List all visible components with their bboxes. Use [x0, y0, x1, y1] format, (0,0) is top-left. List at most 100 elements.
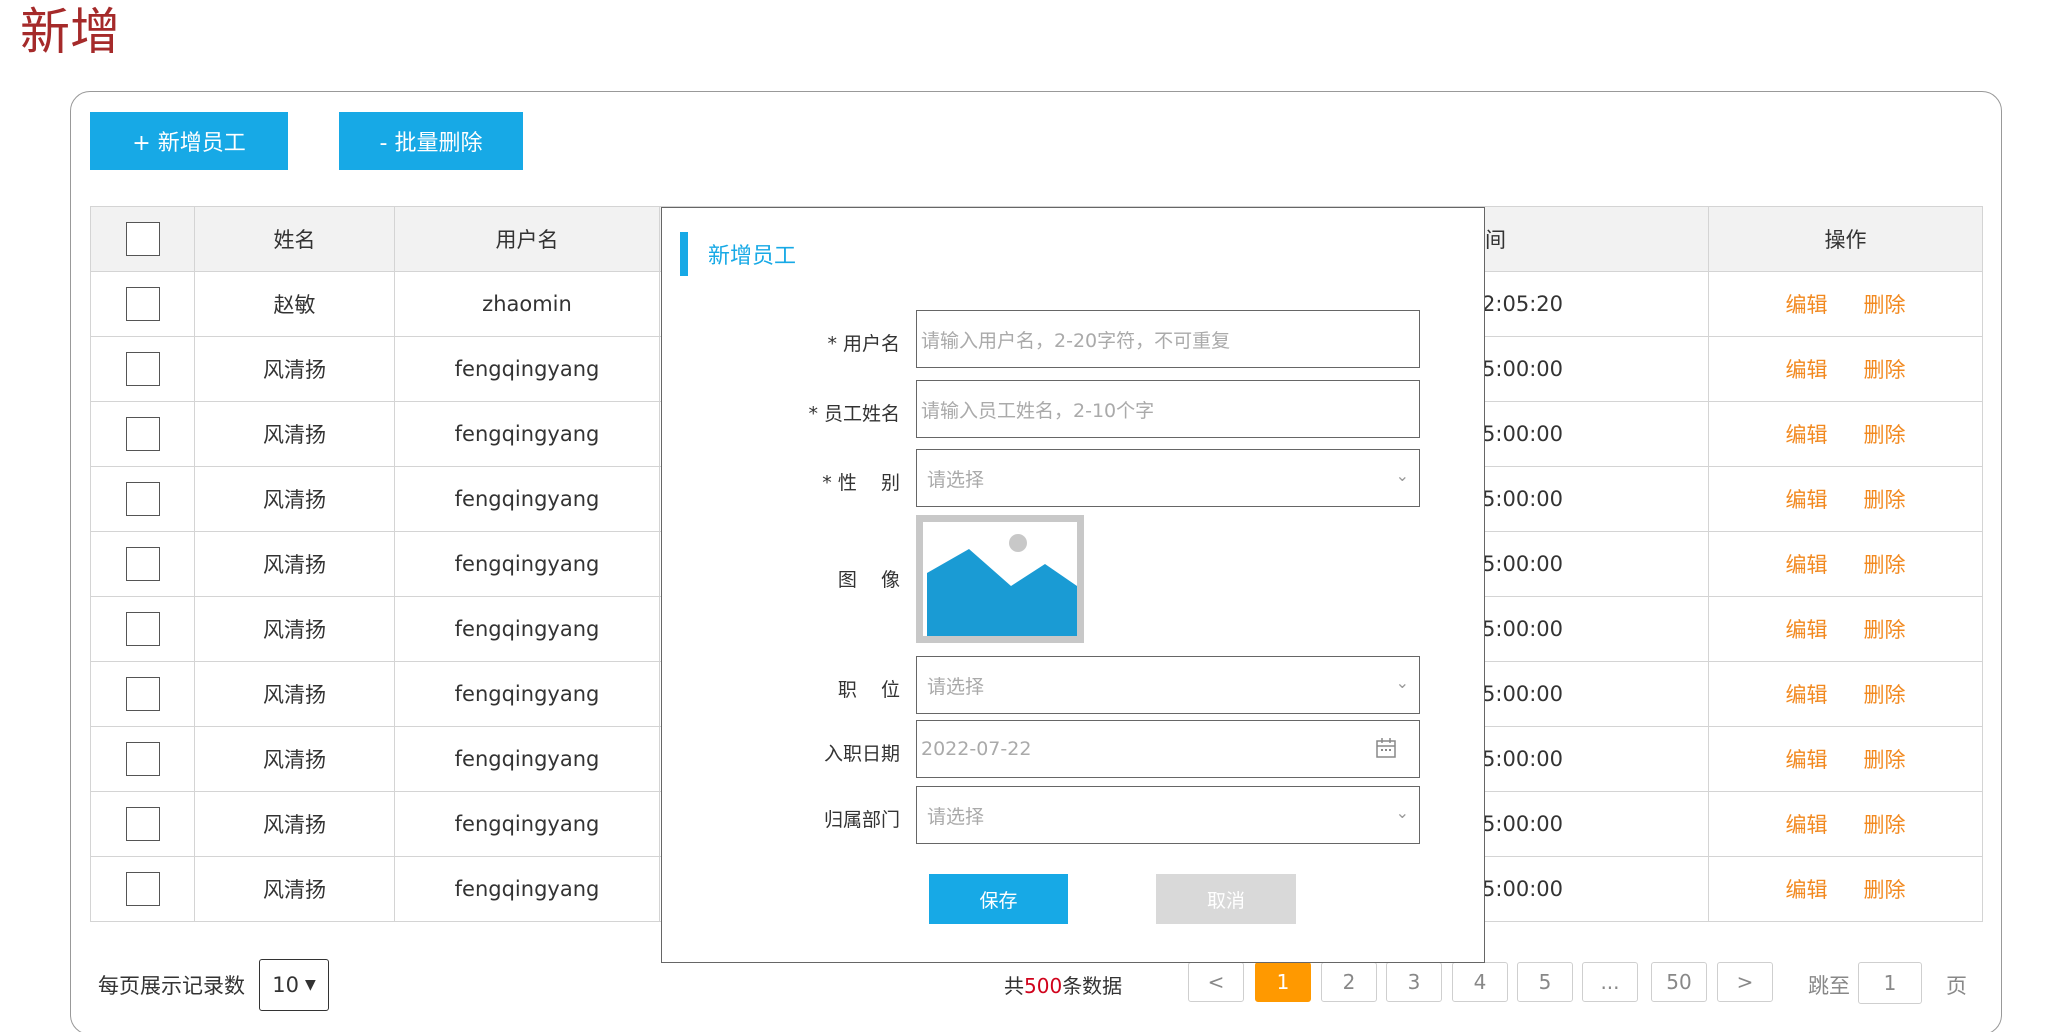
cell-name: 风清扬: [194, 726, 395, 792]
add-employee-modal: 新增员工 * 用户名 请输入用户名，2-20字符，不可重复 * 员工姓名 请输入…: [661, 207, 1485, 963]
delete-link[interactable]: 删除: [1864, 813, 1906, 837]
page-button[interactable]: 3: [1386, 962, 1442, 1002]
edit-link[interactable]: 编辑: [1786, 553, 1828, 577]
cell-actions: 编辑 删除: [1708, 791, 1983, 857]
delete-link[interactable]: 删除: [1864, 748, 1906, 772]
page-button[interactable]: ...: [1582, 962, 1638, 1002]
row-checkbox[interactable]: [125, 872, 160, 906]
delete-link[interactable]: 删除: [1864, 618, 1906, 642]
row-checkbox-cell: [90, 661, 195, 727]
cell-name: 风清扬: [194, 531, 395, 597]
delete-link[interactable]: 删除: [1864, 293, 1906, 317]
cell-name: 风清扬: [194, 661, 395, 727]
hire-date-label: 入职日期: [823, 743, 900, 765]
position-label: 职 位: [837, 679, 900, 701]
edit-link[interactable]: 编辑: [1786, 358, 1828, 382]
image-placeholder-icon: [927, 534, 1077, 636]
page-button[interactable]: 5: [1517, 962, 1573, 1002]
cell-name: 风清扬: [194, 791, 395, 857]
page-button[interactable]: 50: [1651, 962, 1707, 1002]
row-checkbox-cell: [90, 401, 195, 467]
edit-link[interactable]: 编辑: [1786, 748, 1828, 772]
cell-actions: 编辑 删除: [1708, 726, 1983, 792]
row-checkbox[interactable]: [125, 547, 160, 581]
hire-date-input[interactable]: 2022-07-22: [916, 720, 1420, 778]
employee-name-label: * 员工姓名: [808, 403, 900, 425]
row-checkbox[interactable]: [125, 417, 160, 451]
row-checkbox[interactable]: [125, 677, 160, 711]
cell-username: zhaomin: [394, 271, 660, 337]
cell-username: fengqingyang: [394, 531, 660, 597]
chevron-down-icon: ⌄: [1395, 673, 1409, 692]
row-checkbox-cell: [90, 856, 195, 922]
per-page-label: 每页展示记录数: [98, 974, 245, 998]
modal-title-accent: [680, 232, 688, 276]
cell-username: fengqingyang: [394, 856, 660, 922]
jump-label: 跳至: [1808, 974, 1850, 998]
save-button[interactable]: 保存: [929, 874, 1068, 924]
delete-link[interactable]: 删除: [1864, 423, 1906, 447]
delete-link[interactable]: 删除: [1864, 358, 1906, 382]
per-page-control: 每页展示记录数 10 ▼: [98, 957, 329, 1013]
delete-link[interactable]: 删除: [1864, 488, 1906, 512]
gender-label: * 性 别: [822, 472, 900, 494]
edit-link[interactable]: 编辑: [1786, 683, 1828, 707]
page-button[interactable]: 2: [1321, 962, 1377, 1002]
header-username: 用户名: [394, 206, 660, 272]
row-checkbox[interactable]: [125, 287, 160, 321]
position-select[interactable]: 请选择 ⌄: [916, 656, 1420, 714]
row-checkbox[interactable]: [125, 612, 160, 646]
batch-delete-button[interactable]: - 批量删除: [339, 112, 523, 170]
cell-actions: 编辑 删除: [1708, 856, 1983, 922]
header-name: 姓名: [194, 206, 395, 272]
cell-name: 风清扬: [194, 596, 395, 662]
image-upload[interactable]: [916, 515, 1084, 643]
jump-page-input[interactable]: 1: [1858, 962, 1922, 1004]
gender-select[interactable]: 请选择 ⌄: [916, 449, 1420, 507]
username-input[interactable]: 请输入用户名，2-20字符，不可重复: [916, 310, 1420, 368]
delete-link[interactable]: 删除: [1864, 878, 1906, 902]
edit-link[interactable]: 编辑: [1786, 488, 1828, 512]
select-all-checkbox[interactable]: [125, 222, 160, 256]
cell-username: fengqingyang: [394, 726, 660, 792]
add-employee-button[interactable]: + 新增员工: [90, 112, 288, 170]
cell-username: fengqingyang: [394, 401, 660, 467]
department-label: 归属部门: [823, 809, 900, 831]
edit-link[interactable]: 编辑: [1786, 293, 1828, 317]
total-count: 共500条数据: [1004, 974, 1123, 998]
edit-link[interactable]: 编辑: [1786, 423, 1828, 447]
row-checkbox[interactable]: [125, 742, 160, 776]
page-button[interactable]: 4: [1452, 962, 1508, 1002]
row-checkbox-cell: [90, 726, 195, 792]
chevron-down-icon: ▼: [304, 977, 316, 993]
edit-link[interactable]: 编辑: [1786, 618, 1828, 642]
calendar-icon[interactable]: [1375, 737, 1397, 764]
row-checkbox-cell: [90, 596, 195, 662]
row-checkbox[interactable]: [125, 352, 160, 386]
cell-actions: 编辑 删除: [1708, 271, 1983, 337]
page-unit-label: 页: [1946, 974, 1967, 998]
cell-username: fengqingyang: [394, 336, 660, 402]
row-checkbox-cell: [90, 271, 195, 337]
employee-name-input[interactable]: 请输入员工姓名，2-10个字: [916, 380, 1420, 438]
prev-page-button[interactable]: <: [1188, 962, 1244, 1002]
department-select[interactable]: 请选择 ⌄: [916, 786, 1420, 844]
delete-link[interactable]: 删除: [1864, 683, 1906, 707]
cell-username: fengqingyang: [394, 596, 660, 662]
cell-actions: 编辑 删除: [1708, 596, 1983, 662]
row-checkbox[interactable]: [125, 482, 160, 516]
cell-username: fengqingyang: [394, 466, 660, 532]
cell-actions: 编辑 删除: [1708, 531, 1983, 597]
cell-actions: 编辑 删除: [1708, 401, 1983, 467]
select-all-cell: [90, 206, 195, 272]
row-checkbox[interactable]: [125, 807, 160, 841]
delete-link[interactable]: 删除: [1864, 553, 1906, 577]
next-page-button[interactable]: >: [1717, 962, 1773, 1002]
cancel-button[interactable]: 取消: [1156, 874, 1296, 924]
edit-link[interactable]: 编辑: [1786, 878, 1828, 902]
row-checkbox-cell: [90, 466, 195, 532]
per-page-select[interactable]: 10 ▼: [259, 959, 329, 1011]
edit-link[interactable]: 编辑: [1786, 813, 1828, 837]
cell-name: 风清扬: [194, 856, 395, 922]
page-button[interactable]: 1: [1255, 962, 1311, 1002]
